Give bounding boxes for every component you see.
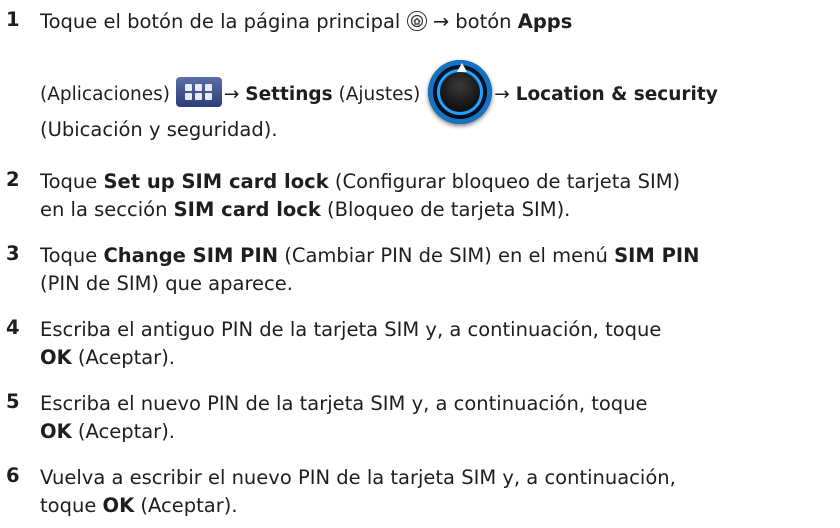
step-line: Toque el botón de la página principal → …: [40, 10, 573, 33]
step-text: Toque el botón de la página principal → …: [40, 8, 830, 36]
settings-dial-icon: [428, 60, 493, 124]
step-line: Toque Change SIM PIN (Cambiar PIN de SIM…: [40, 244, 700, 267]
step-line: (Aplicaciones) → Settings (Ajustes) → Lo…: [40, 60, 835, 124]
step-number: 1: [6, 8, 20, 31]
home-icon: [406, 11, 427, 31]
step-number: 4: [6, 316, 20, 339]
step-number: 2: [6, 168, 20, 191]
step-number: 6: [6, 464, 20, 487]
step-text: Toque Change SIM PIN (Cambiar PIN de SIM…: [40, 244, 700, 295]
step-text: (Aplicaciones) → Settings (Ajustes) → Lo…: [40, 60, 835, 124]
step-line: Toque Set up SIM card lock (Configurar b…: [40, 170, 681, 193]
step-text: (Ubicación y seguridad).: [40, 118, 278, 141]
step-text: Toque Set up SIM card lock (Configurar b…: [40, 168, 680, 224]
step-text: Vuelva a escribir el nuevo PIN de la tar…: [40, 464, 676, 520]
step-line: en la sección SIM card lock (Bloqueo de …: [40, 198, 571, 221]
step-line: OK (Aceptar).: [40, 346, 176, 369]
step-number: 3: [6, 242, 20, 265]
step-text: Escriba el nuevo PIN de la tarjeta SIM y…: [40, 390, 648, 446]
step-line: toque OK (Aceptar).: [40, 494, 238, 517]
step-number: 5: [6, 390, 20, 413]
apps-grid-icon: [175, 77, 222, 107]
step-line: OK (Aceptar).: [40, 420, 176, 443]
step-text: Escriba el antiguo PIN de la tarjeta SIM…: [40, 316, 661, 372]
